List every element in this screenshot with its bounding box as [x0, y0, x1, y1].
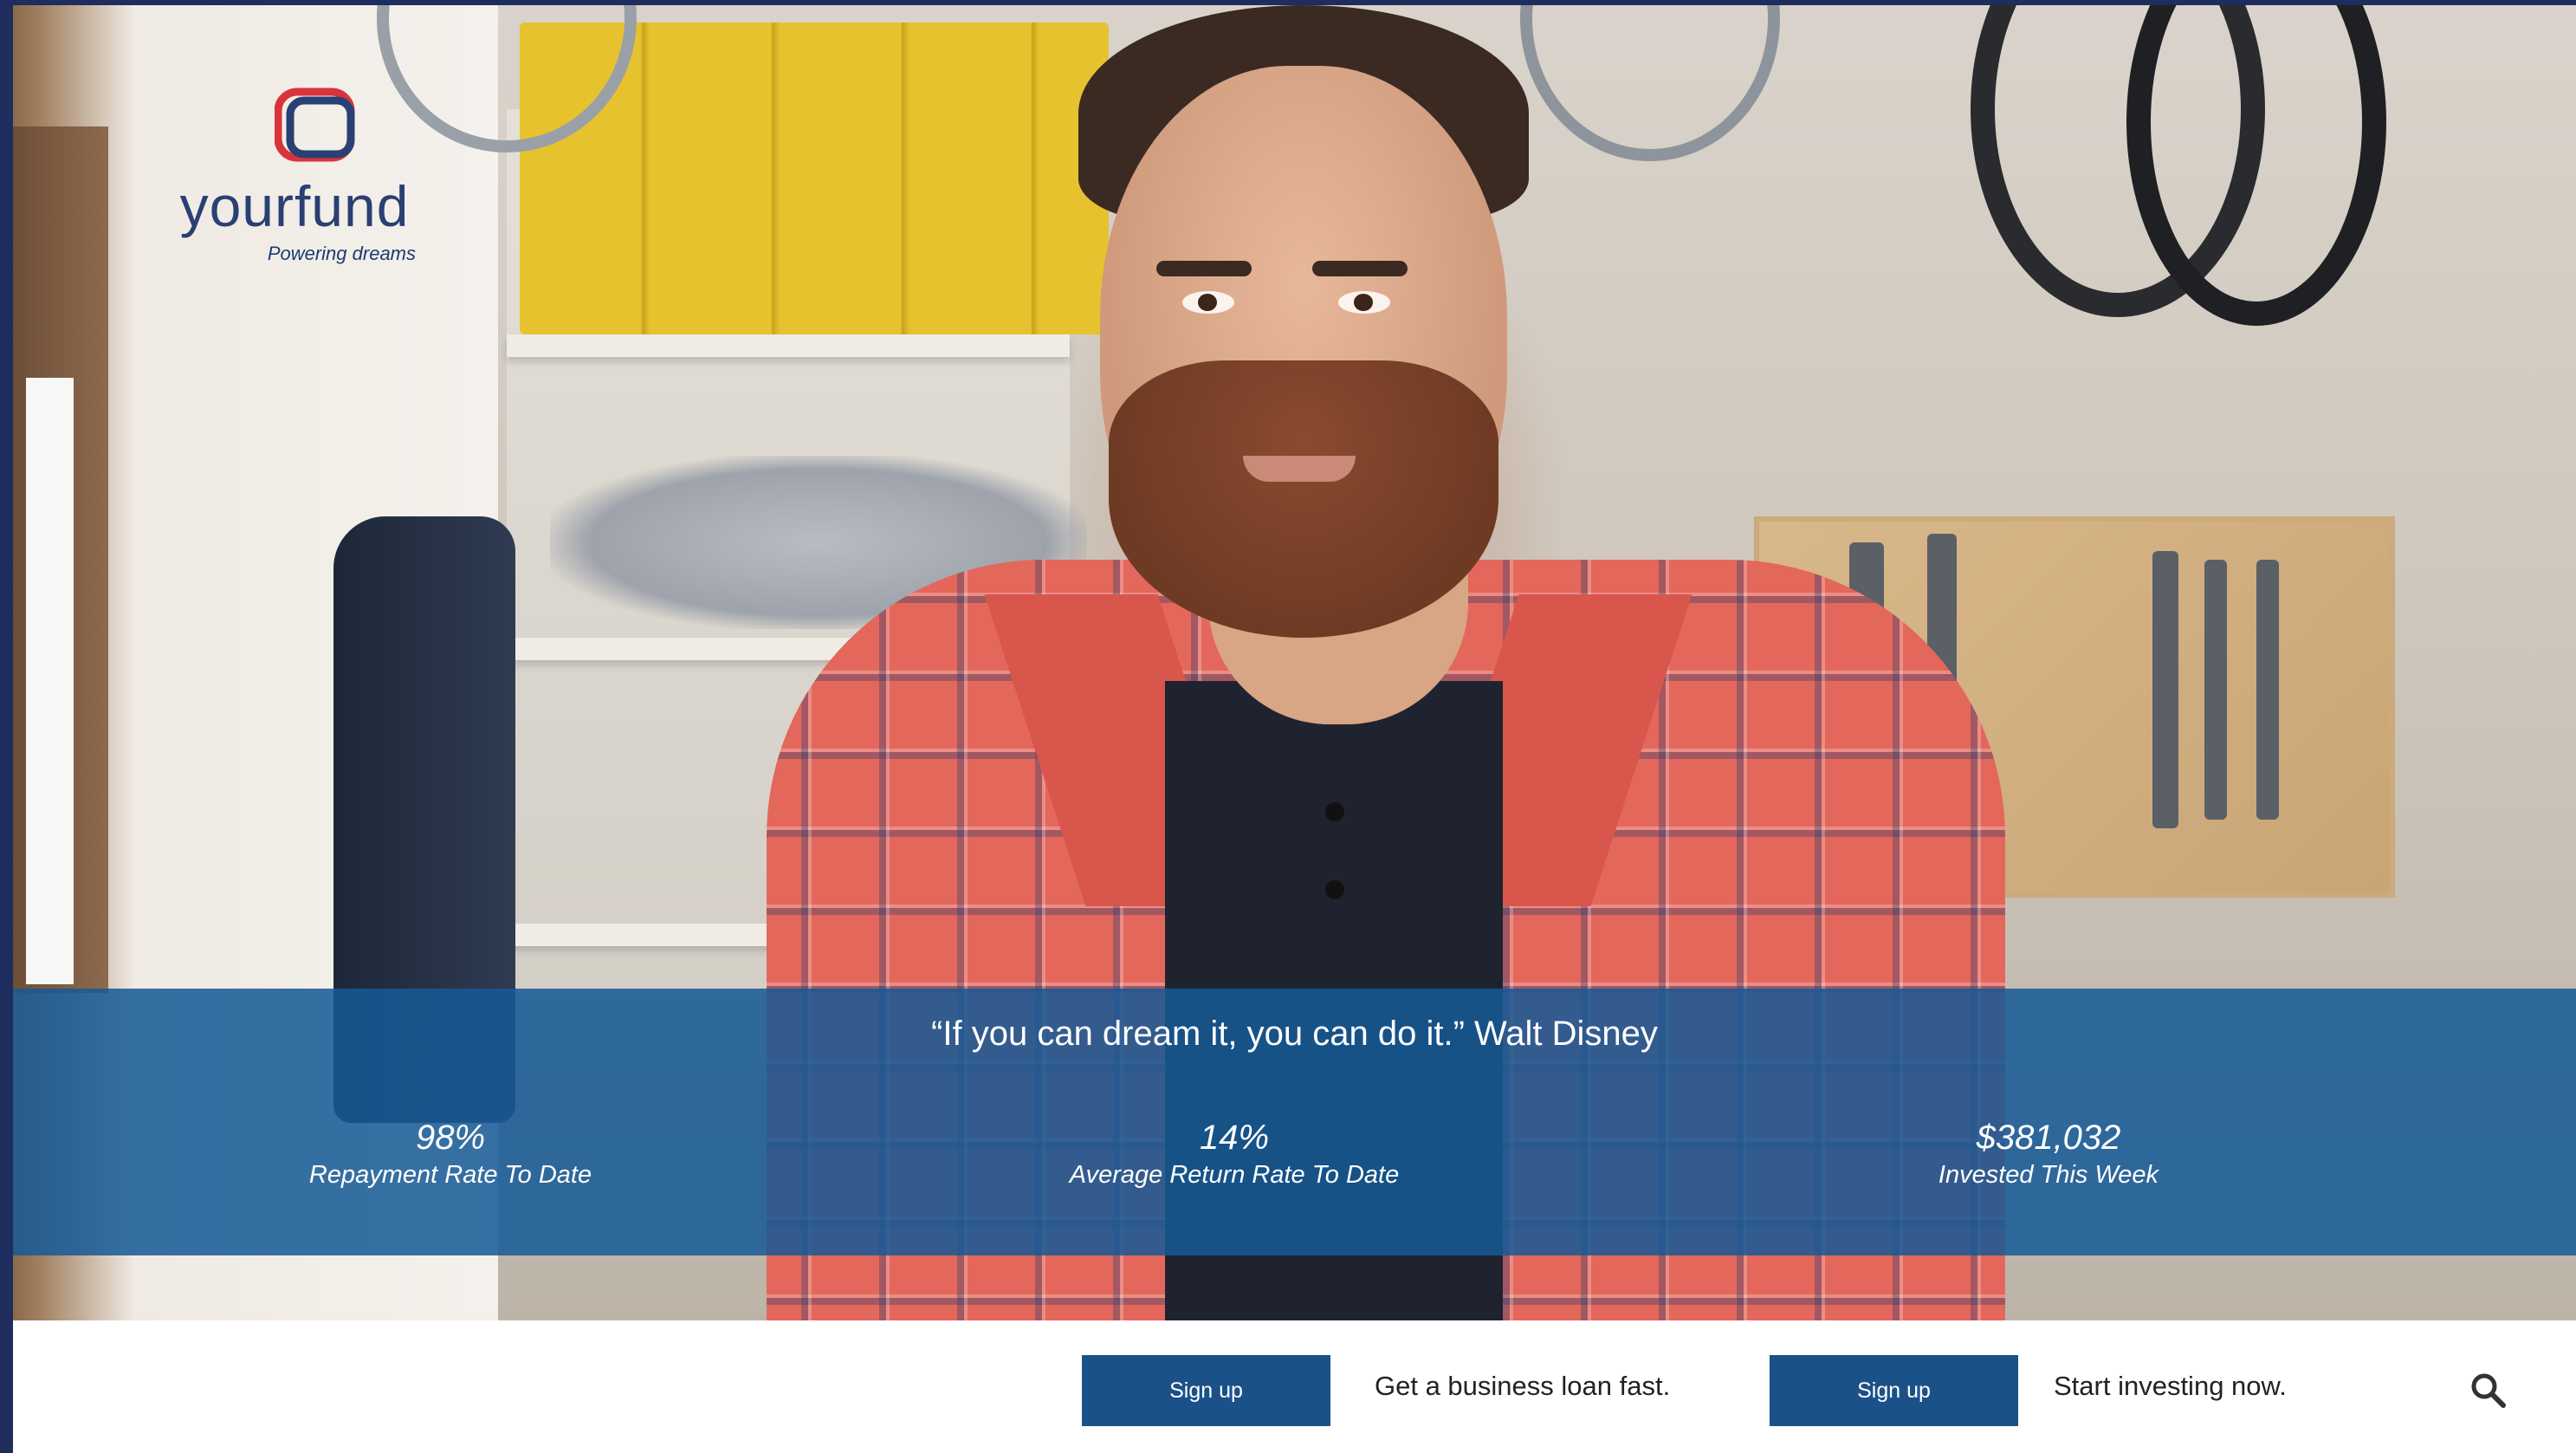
stat-value: 14% — [1199, 1119, 1270, 1157]
hero-person-eye — [1338, 291, 1390, 314]
borrower-signup-button[interactable]: Sign up — [1082, 1355, 1330, 1426]
hero-person-mouth — [1243, 456, 1356, 482]
search-button[interactable] — [2467, 1369, 2510, 1412]
hero-bg-rim — [1520, 5, 1780, 161]
brand-wordmark: yourfund — [179, 174, 410, 238]
brand-logo[interactable]: yourfund Powering dreams — [165, 87, 433, 277]
investor-signup-button[interactable]: Sign up — [1770, 1355, 2018, 1426]
stat-repayment-rate: 98% Repayment Rate To Date — [208, 1117, 693, 1191]
stat-label: Repayment Rate To Date — [308, 1161, 592, 1189]
hero-bg-window-glass — [26, 378, 74, 984]
hero-person-beard — [1109, 360, 1498, 638]
hero-person-brow — [1156, 261, 1252, 276]
stat-invested-this-week: $381,032 Invested This Week — [1806, 1117, 2291, 1191]
hero-bg-shelf — [507, 334, 1070, 357]
hero-person-button — [1325, 802, 1344, 821]
stats-band: “If you can dream it, you can do it.” Wa… — [13, 989, 2576, 1255]
brand-tagline: Powering dreams — [267, 243, 416, 264]
hero-person-button — [1325, 880, 1344, 899]
borrower-cta-text: Get a business loan fast. — [1375, 1371, 1671, 1401]
hero-bg-tool — [2256, 560, 2279, 820]
investor-cta-text: Start investing now. — [2054, 1371, 2287, 1401]
stat-value: $381,032 — [1976, 1119, 2121, 1157]
search-icon — [2471, 1373, 2506, 1408]
stat-label: Invested This Week — [1938, 1161, 2159, 1189]
stat-value: 98% — [415, 1119, 486, 1157]
yourfund-logo-icon — [275, 88, 355, 162]
stat-average-return: 14% Average Return Rate To Date — [992, 1117, 1477, 1191]
hero-person-eye — [1182, 291, 1234, 314]
window-left-border — [0, 0, 13, 1453]
hero-quote: “If you can dream it, you can do it.” Wa… — [931, 1015, 1658, 1053]
stat-label: Average Return Rate To Date — [1069, 1161, 1400, 1189]
cta-bar: Sign up Get a business loan fast. Sign u… — [13, 1320, 2576, 1453]
hero-bg-tool — [2152, 551, 2178, 828]
hero-person-brow — [1312, 261, 1408, 276]
hero-bg-tool — [2204, 560, 2227, 820]
